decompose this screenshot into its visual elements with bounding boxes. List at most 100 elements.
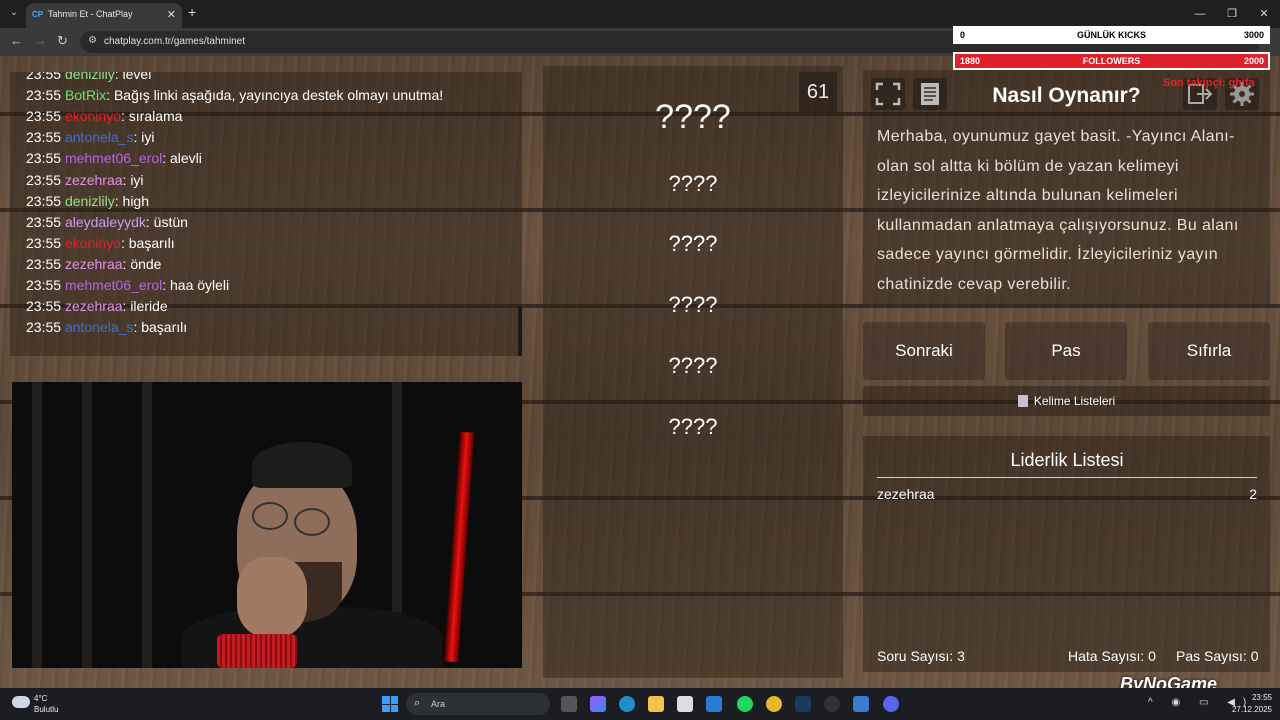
chat-username[interactable]: denizlily <box>65 72 115 82</box>
chat-text: iyi <box>130 171 144 188</box>
chat-message: 23:55 antonela_s: iyi <box>26 129 155 146</box>
last-follower-text: Son takipçi: ghifa <box>1163 77 1255 89</box>
chat-message: 23:55 denizlily: level <box>26 72 151 82</box>
chat-username[interactable]: BotRix <box>65 87 106 103</box>
chat-text: iyi <box>141 129 155 146</box>
chat-message: 23:55 mehmet06_erol: haa öyleli <box>26 277 230 293</box>
leaderboard-panel: Liderlik Listesi zezehraa 2 Soru Sayısı:… <box>863 436 1270 672</box>
window-controls: — ❐ ✕ <box>1184 0 1280 28</box>
chat-text: önde <box>130 255 162 272</box>
chat-message: 23:55 zezehraa: ileride <box>26 298 168 315</box>
chatplay-favicon-icon: CP <box>32 10 44 19</box>
chat-username[interactable]: aleydaleyydk <box>65 214 146 230</box>
chat-message: 23:55 denizlily: high <box>26 192 149 209</box>
windows-start-icon[interactable] <box>382 696 398 712</box>
leader-name: zezehraa <box>877 486 935 502</box>
forbidden-word: ???? <box>668 231 718 256</box>
chat-username[interactable]: mehmet06_erol <box>65 277 162 293</box>
chat-username[interactable]: zezehraa <box>65 298 123 314</box>
chat-message: 23:55 ekoninyo: sıralama <box>26 108 183 125</box>
chat-message: 23:55 ekoninyo: başarılı <box>26 234 175 251</box>
chat-username[interactable]: denizlily <box>65 193 115 209</box>
forward-arrow-icon[interactable]: → <box>34 33 47 48</box>
pass-count: Pas Sayısı: 0 <box>1176 648 1259 664</box>
chat-message: 23:55 zezehraa: iyi <box>26 171 144 188</box>
file-explorer-icon[interactable] <box>648 696 664 712</box>
edge-icon[interactable] <box>619 696 635 712</box>
leader-score: 2 <box>1249 486 1257 502</box>
chat-message: 23:55 antonela_s: başarılı <box>26 319 188 336</box>
chat-time: 23:55 <box>26 87 62 104</box>
chat-message: 23:55 mehmet06_erol: alevli <box>26 150 202 167</box>
copilot-icon[interactable] <box>590 696 606 712</box>
pass-button[interactable]: Pas <box>1005 322 1127 380</box>
chat-text: Bağış linki aşağıda, yayıncıya destek ol… <box>113 87 444 104</box>
chat-text: level <box>122 72 152 82</box>
chat-time: 23:55 <box>26 213 62 230</box>
chat-username[interactable]: zezehraa <box>65 172 123 188</box>
webcam-feed <box>12 382 522 668</box>
word-lists-button[interactable]: Kelime Listeleri <box>863 386 1270 416</box>
app-icon[interactable] <box>853 696 869 712</box>
search-icon: ⌕ <box>414 697 421 709</box>
chat-time: 23:55 <box>26 255 62 272</box>
kicks-label: GÜNLÜK KICKS <box>1077 30 1146 40</box>
discord-icon[interactable] <box>883 696 899 712</box>
chat-username[interactable]: ekoninyo <box>65 235 121 251</box>
chat-text: üstün <box>153 213 188 230</box>
weather-desc: Bulutlu <box>34 705 59 714</box>
mail-icon[interactable] <box>706 696 722 712</box>
chat-username[interactable]: antonela_s <box>65 319 134 335</box>
chat-message: 23:55 zezehraa: önde <box>26 255 162 272</box>
new-tab-icon[interactable]: + <box>188 4 196 20</box>
chat-username[interactable]: mehmet06_erol <box>65 150 162 166</box>
browser-tab[interactable]: CP Tahmin Et - ChatPlay ✕ <box>26 3 182 28</box>
game-page: 23:55 denizlily: level 23:55 BotRix: Bağı… <box>0 56 1280 688</box>
leaderboard-row: zezehraa 2 <box>877 486 1257 502</box>
error-count: Hata Sayısı: 0 <box>1068 648 1156 664</box>
back-arrow-icon[interactable]: ← <box>10 33 23 48</box>
word-column: 61 ???? ???? ???? ???? ???? ???? <box>543 66 843 678</box>
taskbar-search[interactable]: ⌕ Ara <box>406 693 550 715</box>
task-view-icon[interactable] <box>561 696 577 712</box>
store-icon[interactable] <box>677 696 693 712</box>
next-button[interactable]: Sonraki <box>863 322 985 380</box>
minimize-icon[interactable]: — <box>1184 0 1216 28</box>
how-to-play-text: Merhaba, oyunumuz gayet basit. -Yayıncı … <box>877 128 1239 293</box>
forbidden-word: ???? <box>668 292 718 317</box>
followers-label: FOLLOWERS <box>1082 56 1141 66</box>
tab-close-icon[interactable]: ✕ <box>167 8 176 21</box>
restore-icon[interactable]: ❐ <box>1216 0 1248 28</box>
browser-tab-bar: ⌄ CP Tahmin Et - ChatPlay ✕ + — ❐ ✕ <box>0 0 1280 28</box>
close-window-icon[interactable]: ✕ <box>1248 0 1280 28</box>
chat-username[interactable]: antonela_s <box>65 129 134 145</box>
site-info-icon[interactable]: ⚙ <box>88 35 97 46</box>
followers-goal: 2000 <box>1243 56 1264 66</box>
chat-username[interactable]: zezehraa <box>65 256 123 272</box>
steam-icon[interactable] <box>795 696 811 712</box>
forbidden-word: ???? <box>668 414 718 439</box>
word-lists-label: Kelime Listeleri <box>1033 394 1116 408</box>
chat-panel: 23:55 denizlily: level 23:55 BotRix: Bağı… <box>10 72 522 356</box>
forbidden-word: ???? <box>668 171 718 196</box>
tab-list-icon[interactable]: ⌄ <box>6 5 22 21</box>
chat-text: ileride <box>130 298 168 315</box>
chat-scrollbar[interactable] <box>518 306 522 356</box>
chat-time: 23:55 <box>26 72 62 82</box>
taskbar-clock[interactable]: 23:55 27.12.2025 <box>1232 692 1272 716</box>
reset-button[interactable]: Sıfırla <box>1148 322 1270 380</box>
windows-taskbar: 4°C Bulutlu ⌕ Ara ^ ◉ ▭ ◀) 23:55 27.12.20… <box>0 688 1280 720</box>
reload-icon[interactable]: ↻ <box>57 33 68 49</box>
how-to-play-panel: Nasıl Oynanır? Merhaba, oyunumuz gayet b… <box>863 70 1270 304</box>
chat-text: high <box>122 192 149 209</box>
chrome-icon[interactable] <box>766 696 782 712</box>
obs-icon[interactable] <box>824 696 840 712</box>
chat-time: 23:55 <box>26 108 62 125</box>
chat-time: 23:55 <box>26 234 62 251</box>
chat-time: 23:55 <box>26 319 62 336</box>
spotify-icon[interactable] <box>737 696 753 712</box>
tab-title: Tahmin Et - ChatPlay <box>48 9 133 19</box>
chat-username[interactable]: ekoninyo <box>65 108 121 124</box>
forbidden-word: ???? <box>668 353 718 378</box>
chat-time: 23:55 <box>26 129 62 146</box>
